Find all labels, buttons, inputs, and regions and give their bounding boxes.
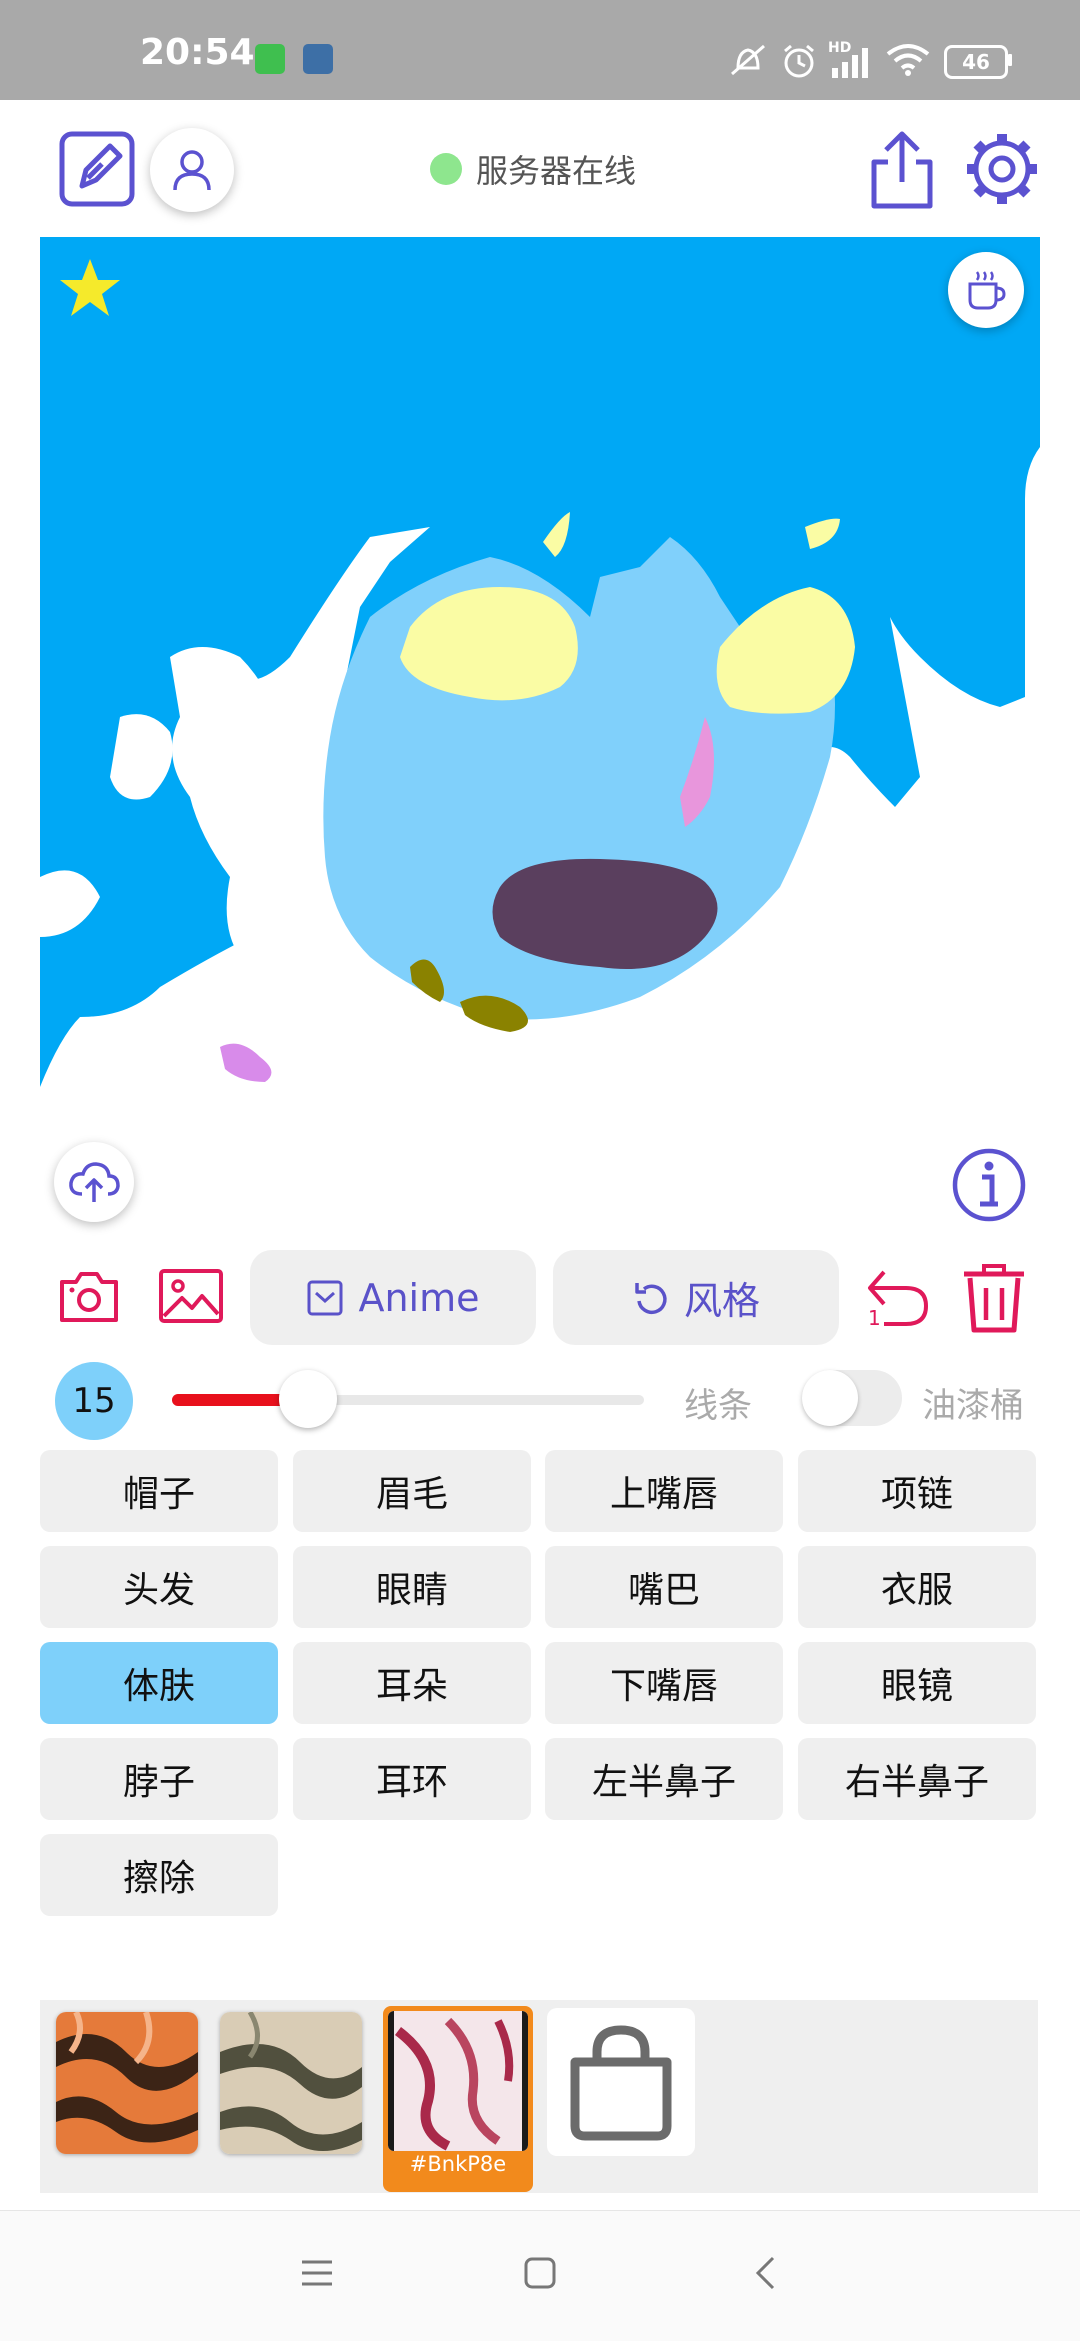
part-button[interactable]: 眼睛 — [293, 1546, 531, 1628]
part-button[interactable]: 体肤 — [40, 1642, 278, 1724]
server-status: 服务器在线 — [430, 147, 636, 191]
status-time: 20:54 — [140, 32, 255, 73]
battery-tip — [1008, 54, 1012, 66]
user-button[interactable] — [150, 128, 234, 212]
anime-button[interactable]: Anime — [250, 1250, 536, 1345]
app-icon-green — [255, 44, 285, 74]
part-button[interactable]: 头发 — [40, 1546, 278, 1628]
part-button[interactable]: 右半鼻子 — [798, 1738, 1036, 1820]
part-button[interactable]: 眼镜 — [798, 1642, 1036, 1724]
star-icon[interactable] — [58, 256, 122, 320]
back-icon[interactable] — [753, 2255, 777, 2291]
edit-icon — [59, 131, 135, 207]
mute-icon — [731, 44, 765, 76]
checkbox-icon — [307, 1280, 343, 1315]
style-button[interactable]: 风格 — [553, 1250, 839, 1345]
refresh-icon — [635, 1282, 667, 1314]
gallery-button[interactable] — [158, 1268, 224, 1324]
info-button[interactable] — [952, 1148, 1026, 1222]
trash-icon — [964, 1264, 1024, 1333]
server-status-dot — [430, 153, 462, 185]
part-button[interactable]: 衣服 — [798, 1546, 1036, 1628]
anime-label: Anime — [358, 1275, 480, 1320]
settings-icon — [967, 134, 1037, 204]
brush-size-slider-thumb[interactable] — [279, 1370, 337, 1428]
signal-icon — [832, 48, 868, 78]
texture-selected-swatch — [388, 2011, 528, 2151]
style-label: 风格 — [683, 1279, 760, 1323]
brush-size-badge: 15 — [55, 1362, 133, 1440]
part-button[interactable]: 项链 — [798, 1450, 1036, 1532]
image-icon — [159, 1269, 223, 1323]
part-button[interactable]: 嘴巴 — [545, 1546, 783, 1628]
upload-button[interactable] — [54, 1142, 134, 1222]
battery-icon: 46 — [944, 45, 1008, 79]
upload-cloud-icon — [69, 1162, 120, 1202]
wifi-icon — [886, 44, 930, 76]
texture-shop-button[interactable] — [547, 2008, 695, 2156]
app-icon-settings — [303, 44, 333, 74]
part-button[interactable]: 脖子 — [40, 1738, 278, 1820]
part-button[interactable]: 左半鼻子 — [545, 1738, 783, 1820]
part-button[interactable]: 擦除 — [40, 1834, 278, 1916]
settings-button[interactable] — [963, 130, 1041, 208]
battery-level: 46 — [962, 50, 990, 74]
share-button[interactable] — [868, 128, 936, 210]
alarm-icon — [784, 44, 814, 78]
bucket-label: 油漆桶 — [922, 1386, 1024, 1426]
share-icon — [871, 131, 933, 209]
info-icon — [952, 1148, 1026, 1222]
coffee-button[interactable] — [948, 252, 1024, 328]
menu-icon[interactable] — [300, 2258, 334, 2288]
part-button[interactable]: 帽子 — [40, 1450, 278, 1532]
camera-button[interactable] — [58, 1268, 120, 1324]
bucket-toggle-knob — [802, 1370, 858, 1426]
part-button[interactable]: 眉毛 — [293, 1450, 531, 1532]
part-button[interactable]: 耳朵 — [293, 1642, 531, 1724]
undo-count: 1 — [868, 1306, 881, 1330]
texture-beige[interactable] — [220, 2012, 362, 2154]
drawing-canvas[interactable] — [40, 237, 1040, 1090]
segmentation-drawing — [40, 237, 1040, 1087]
camera-icon — [60, 1272, 118, 1322]
edit-button[interactable] — [58, 130, 136, 208]
part-button[interactable]: 下嘴唇 — [545, 1642, 783, 1724]
clear-button[interactable] — [960, 1262, 1028, 1334]
texture-selected[interactable]: #BnkP8e — [383, 2006, 533, 2192]
line-mode-label[interactable]: 线条 — [684, 1378, 752, 1427]
user-icon — [173, 150, 211, 191]
part-button[interactable]: 上嘴唇 — [545, 1450, 783, 1532]
shopping-bag-icon — [570, 2025, 672, 2141]
texture-code: #BnkP8e — [409, 2152, 507, 2176]
coffee-icon — [968, 271, 1006, 310]
texture-orange[interactable] — [56, 2012, 198, 2154]
part-button[interactable]: 耳环 — [293, 1738, 531, 1820]
home-icon[interactable] — [523, 2256, 557, 2290]
server-status-label: 服务器在线 — [476, 152, 637, 190]
